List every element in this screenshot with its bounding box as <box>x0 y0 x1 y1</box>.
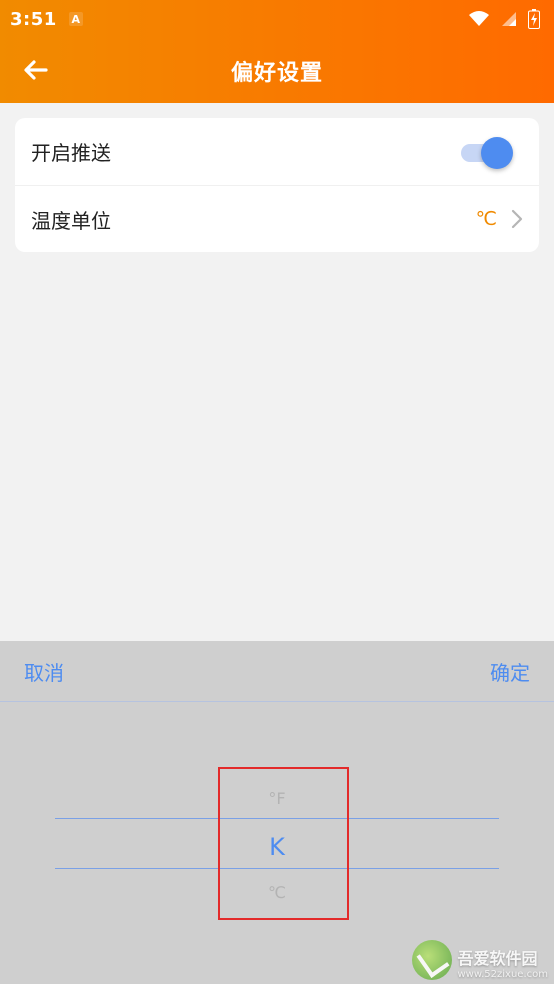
status-bar: 3:51 A <box>0 0 554 38</box>
status-left: 3:51 A <box>10 9 83 30</box>
temperature-unit-value: ℃ <box>475 208 497 230</box>
status-time: 3:51 <box>10 8 57 30</box>
arrow-left-icon <box>24 60 48 80</box>
toggle-thumb <box>481 136 513 169</box>
back-button[interactable] <box>14 48 58 92</box>
temperature-unit-selector[interactable]: ℃ <box>476 208 523 230</box>
page-title: 偏好设置 <box>230 60 323 86</box>
push-toggle[interactable] <box>461 136 513 169</box>
cell-signal-icon <box>502 12 516 26</box>
confirm-button[interactable]: 确定 <box>490 657 530 686</box>
chevron-right-icon <box>511 209 523 229</box>
top-header: 3:51 A 偏好设置 <box>0 0 554 103</box>
push-setting-row: 开启推送 <box>15 118 539 185</box>
cancel-button[interactable]: 取消 <box>24 657 64 686</box>
temperature-unit-label: 温度单位 <box>31 208 111 233</box>
watermark: 吾爱软件园 www.52zixue.com <box>411 940 549 980</box>
temperature-unit-row[interactable]: 温度单位 ℃ <box>15 185 539 252</box>
watermark-logo-icon <box>411 940 452 980</box>
status-right <box>468 9 540 29</box>
picker-action-bar: 取消 确定 <box>0 641 554 702</box>
notification-icon: A <box>68 12 83 26</box>
watermark-cn: 吾爱软件园 <box>457 949 538 968</box>
battery-charging-icon <box>528 9 540 29</box>
watermark-text: 吾爱软件园 www.52zixue.com <box>458 945 549 980</box>
watermark-en: www.52zixue.com <box>457 969 549 980</box>
push-setting-label: 开启推送 <box>31 141 111 165</box>
settings-card: 开启推送 温度单位 ℃ <box>15 118 539 252</box>
selection-highlight-box <box>218 767 349 920</box>
app-bar: 偏好设置 <box>0 38 554 103</box>
wifi-icon <box>469 11 489 26</box>
